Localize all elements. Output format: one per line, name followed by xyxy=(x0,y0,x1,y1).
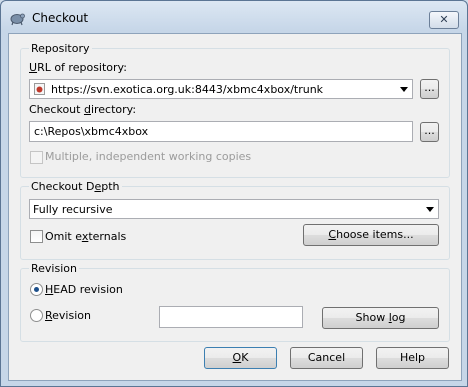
help-button[interactable]: Help xyxy=(376,347,449,369)
show-log-button[interactable]: Show log xyxy=(322,307,439,329)
head-revision-radio[interactable] xyxy=(30,283,43,296)
browse-directory-button[interactable]: ... xyxy=(420,122,439,142)
choose-items-button[interactable]: Choose items... xyxy=(303,224,439,246)
title-bar[interactable]: Checkout ✕ xyxy=(1,1,467,33)
depth-value: Fully recursive xyxy=(33,203,113,216)
checkout-depth-legend: Checkout Depth xyxy=(29,180,122,193)
checkout-directory-field[interactable]: c:\Repos\xbmc4xbox xyxy=(29,121,413,142)
tortoise-app-icon xyxy=(10,13,25,26)
checkout-directory-label: Checkout directory: xyxy=(29,103,137,116)
revision-legend: Revision xyxy=(29,262,79,275)
url-combobox[interactable]: https://svn.exotica.org.uk:8443/xbmc4xbo… xyxy=(29,79,413,99)
specific-revision-radio[interactable] xyxy=(30,309,43,322)
multiple-working-copies-checkbox[interactable] xyxy=(30,151,43,164)
cancel-button[interactable]: Cancel xyxy=(290,347,363,369)
dialog-client-area: Repository URL of repository: https://sv… xyxy=(8,33,462,381)
checkout-dialog: Checkout ✕ Repository URL of repository:… xyxy=(0,0,468,387)
chevron-down-icon[interactable] xyxy=(400,87,408,92)
close-button[interactable]: ✕ xyxy=(429,11,459,29)
revision-number-field[interactable] xyxy=(159,306,303,328)
repository-url-icon xyxy=(34,83,45,95)
omit-externals-label: Omit externals xyxy=(45,230,127,243)
omit-externals-checkbox[interactable] xyxy=(30,230,43,243)
checkout-directory-value: c:\Repos\xbmc4xbox xyxy=(34,125,149,138)
depth-dropdown[interactable]: Fully recursive xyxy=(29,199,439,219)
multiple-working-copies-label: Multiple, independent working copies xyxy=(45,150,252,163)
head-revision-label: HEAD revision xyxy=(45,283,123,296)
url-value: https://svn.exotica.org.uk:8443/xbmc4xbo… xyxy=(51,83,324,96)
browse-url-button[interactable]: ... xyxy=(420,79,439,99)
checkout-depth-group: Checkout Depth xyxy=(20,180,450,260)
revision-group: Revision xyxy=(20,262,450,342)
repository-legend: Repository xyxy=(29,42,92,55)
window-title: Checkout xyxy=(32,11,89,25)
specific-revision-label: Revision xyxy=(45,309,91,322)
chevron-down-icon[interactable] xyxy=(426,207,434,212)
url-label: URL of repository: xyxy=(29,61,127,74)
close-icon: ✕ xyxy=(439,13,449,26)
ok-button[interactable]: OK xyxy=(204,347,277,369)
